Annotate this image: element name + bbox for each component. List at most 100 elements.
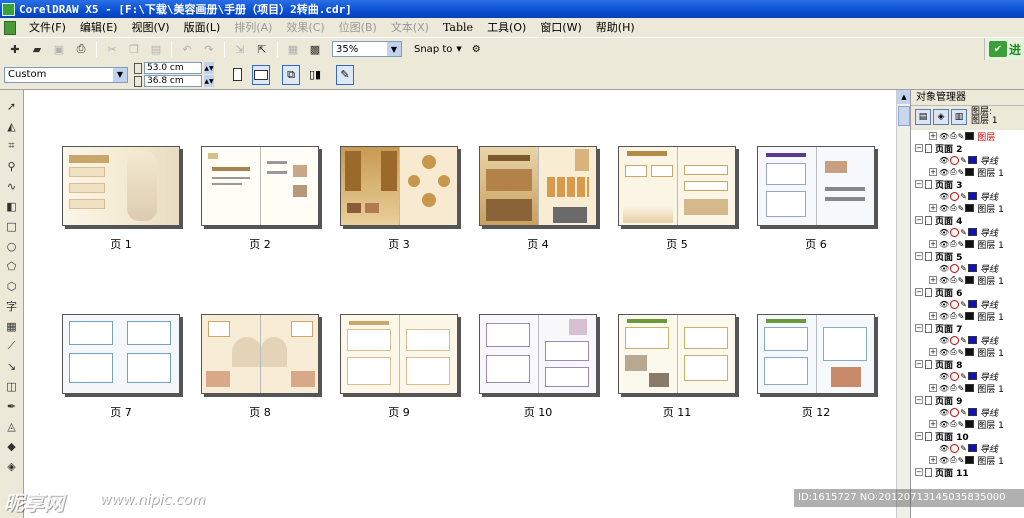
- copy-icon[interactable]: ❐: [125, 40, 143, 58]
- collapse-icon[interactable]: −: [915, 360, 923, 368]
- page-row[interactable]: − 页面 11: [911, 466, 1024, 479]
- no-print-icon[interactable]: [950, 263, 960, 273]
- freehand-tool-icon[interactable]: ∿: [4, 178, 20, 194]
- edit-across-layers-icon[interactable]: ◈: [933, 109, 949, 125]
- no-print-icon[interactable]: [950, 335, 960, 345]
- edit-pencil-icon[interactable]: ✎: [960, 300, 967, 309]
- edit-pencil-icon[interactable]: ✎: [960, 264, 967, 273]
- collapse-icon[interactable]: −: [915, 180, 923, 188]
- undo-icon[interactable]: ↶: [178, 40, 196, 58]
- no-print-icon[interactable]: [950, 443, 960, 453]
- visibility-eye-icon[interactable]: 👁: [939, 156, 949, 165]
- expand-icon[interactable]: +: [929, 204, 937, 212]
- edit-pencil-icon[interactable]: ✎: [960, 444, 967, 453]
- layer-row[interactable]: + 👁 ⎙ ✎ 图层 1: [911, 274, 1024, 287]
- show-properties-icon[interactable]: ▤: [915, 109, 931, 125]
- edit-pencil-icon[interactable]: ✎: [958, 456, 965, 465]
- no-print-icon[interactable]: [950, 371, 960, 381]
- page-thumbnail[interactable]: 页 5: [618, 146, 736, 251]
- polygon-tool-icon[interactable]: ⬠: [4, 258, 20, 274]
- edit-pencil-icon[interactable]: ✎: [960, 336, 967, 345]
- document-icon[interactable]: [4, 20, 16, 35]
- page-thumbnail[interactable]: 页 2: [201, 146, 319, 251]
- smart-fill-tool-icon[interactable]: ◧: [4, 198, 20, 214]
- collapse-icon[interactable]: −: [915, 396, 923, 404]
- no-print-icon[interactable]: [950, 227, 960, 237]
- visibility-eye-icon[interactable]: 👁: [939, 348, 949, 357]
- page-height-input[interactable]: 36.8 cm: [144, 75, 202, 87]
- layer-row[interactable]: + 👁 ⎙ ✎ 图层 1: [911, 418, 1024, 431]
- menu-text[interactable]: 文本(X): [384, 19, 436, 37]
- edit-pencil-icon[interactable]: ✎: [960, 228, 967, 237]
- menu-view[interactable]: 视图(V): [124, 19, 176, 37]
- expand-icon[interactable]: +: [929, 240, 937, 248]
- page-size-preset-select[interactable]: Custom ▼: [4, 66, 128, 83]
- no-print-icon[interactable]: [950, 155, 960, 165]
- page-row[interactable]: − 页面 2: [911, 142, 1024, 155]
- cut-icon[interactable]: ✂: [103, 40, 121, 58]
- layer-row[interactable]: + 👁 ⎙ ✎ 图层 1: [911, 238, 1024, 251]
- landscape-button[interactable]: [252, 64, 270, 85]
- visibility-eye-icon[interactable]: 👁: [939, 300, 949, 309]
- page-row[interactable]: − 页面 7: [911, 322, 1024, 335]
- visibility-eye-icon[interactable]: 👁: [939, 264, 949, 273]
- visibility-eye-icon[interactable]: 👁: [939, 456, 949, 465]
- menu-edit[interactable]: 编辑(E): [73, 19, 125, 37]
- menu-arrange[interactable]: 排列(A): [227, 19, 279, 37]
- fill-tool-icon[interactable]: ◆: [4, 438, 20, 454]
- crop-tool-icon[interactable]: ⌗: [4, 138, 20, 154]
- print-icon[interactable]: ⎙: [950, 203, 956, 213]
- visibility-eye-icon[interactable]: 👁: [939, 240, 949, 249]
- print-icon[interactable]: ⎙: [950, 347, 956, 357]
- guides-layer-row[interactable]: 👁 ✎ 导线: [911, 370, 1024, 383]
- print-icon[interactable]: ⎙: [950, 275, 956, 285]
- paste-icon[interactable]: ▤: [147, 40, 165, 58]
- visibility-eye-icon[interactable]: 👁: [939, 168, 949, 177]
- page-thumbnail[interactable]: 页 10: [479, 314, 597, 419]
- visibility-eye-icon[interactable]: 👁: [939, 132, 949, 141]
- go-button[interactable]: ✔ 进: [984, 38, 1024, 60]
- blend-tool-icon[interactable]: ◫: [4, 378, 20, 394]
- layer-row[interactable]: + 👁 ⎙ ✎ 图层 1: [911, 454, 1024, 467]
- page-row[interactable]: − 页面 5: [911, 250, 1024, 263]
- page-thumbnail[interactable]: 页 1: [62, 146, 180, 251]
- page-row[interactable]: − 页面 8: [911, 358, 1024, 371]
- expand-icon[interactable]: +: [929, 168, 937, 176]
- save-icon[interactable]: ▣: [50, 40, 68, 58]
- no-print-icon[interactable]: [950, 299, 960, 309]
- scroll-up-icon[interactable]: ▲: [897, 90, 911, 104]
- menu-bitmaps[interactable]: 位图(B): [332, 19, 384, 37]
- vertical-scrollbar[interactable]: ▲: [896, 90, 911, 518]
- edit-pencil-icon[interactable]: ✎: [958, 420, 965, 429]
- edit-pencil-icon[interactable]: ✎: [960, 192, 967, 201]
- guides-layer-row[interactable]: 👁 ✎ 导线: [911, 298, 1024, 311]
- page-row[interactable]: − 页面 6: [911, 286, 1024, 299]
- collapse-icon[interactable]: −: [915, 252, 923, 260]
- edit-pencil-icon[interactable]: ✎: [958, 132, 965, 141]
- edit-pencil-icon[interactable]: ✎: [958, 204, 965, 213]
- collapse-icon[interactable]: −: [915, 324, 923, 332]
- connector-tool-icon[interactable]: ↘: [4, 358, 20, 374]
- zoom-level-select[interactable]: 35% ▼: [332, 41, 402, 57]
- new-document-icon[interactable]: ✚: [6, 40, 24, 58]
- visibility-eye-icon[interactable]: 👁: [939, 228, 949, 237]
- expand-icon[interactable]: +: [929, 456, 937, 464]
- layer-manager-view-icon[interactable]: ▥: [951, 109, 967, 125]
- page-sorter-canvas[interactable]: 页 1 页 2 页 3 页 4 页 5 页 6 页 7 页 8 页 9 页 10…: [24, 90, 896, 518]
- page-row[interactable]: − 页面 9: [911, 394, 1024, 407]
- options-icon[interactable]: ⚙: [472, 44, 481, 55]
- shape-tool-icon[interactable]: ◭: [4, 118, 20, 134]
- edit-pencil-icon[interactable]: ✎: [960, 156, 967, 165]
- collapse-icon[interactable]: −: [915, 468, 923, 476]
- visibility-eye-icon[interactable]: 👁: [939, 408, 949, 417]
- eyedropper-tool-icon[interactable]: ✒: [4, 398, 20, 414]
- scroll-thumb[interactable]: [898, 106, 910, 126]
- print-icon[interactable]: ⎙: [950, 455, 956, 465]
- guides-layer-row[interactable]: 👁 ✎ 导线: [911, 226, 1024, 239]
- collapse-icon[interactable]: −: [915, 216, 923, 224]
- print-icon[interactable]: ⎙: [950, 419, 956, 429]
- zoom-tool-icon[interactable]: ⚲: [4, 158, 20, 174]
- no-print-icon[interactable]: [950, 191, 960, 201]
- visibility-eye-icon[interactable]: 👁: [939, 444, 949, 453]
- chevron-down-icon[interactable]: ▼: [113, 67, 127, 82]
